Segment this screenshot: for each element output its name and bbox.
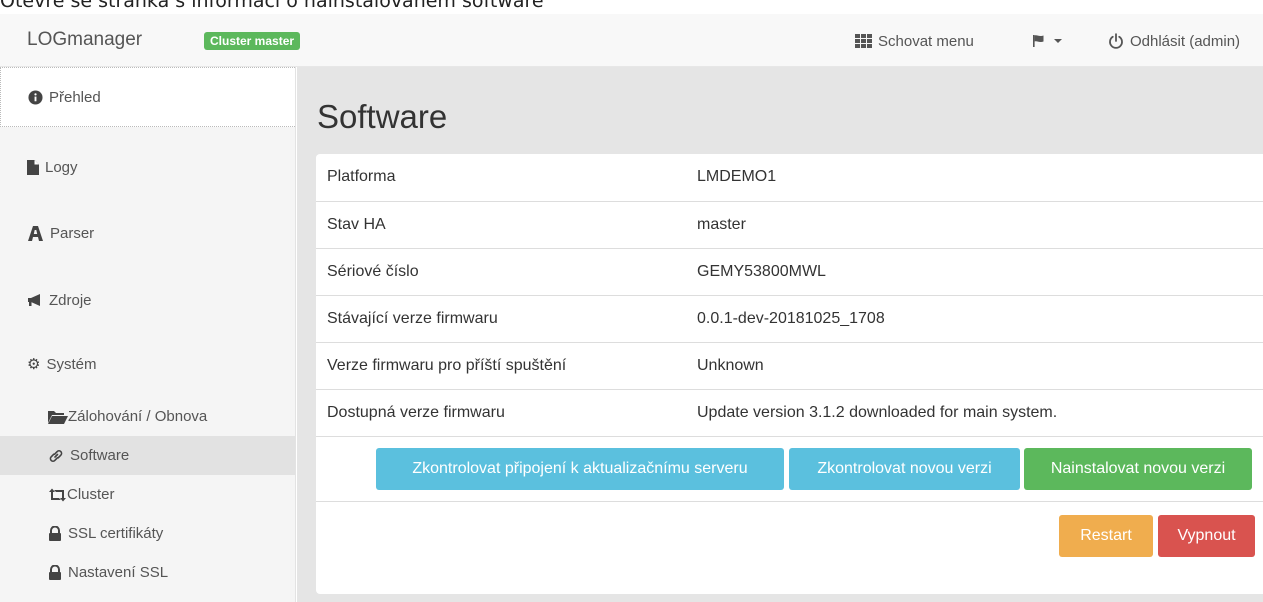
th-grid-icon	[855, 34, 872, 48]
folder-open-icon	[48, 411, 68, 424]
sidebar-item-system[interactable]: ⚙ Systém	[0, 334, 295, 394]
chevron-down-icon	[1054, 39, 1062, 43]
logout-button[interactable]: Odhlásit (admin)	[1108, 30, 1240, 52]
row-value: Unknown	[697, 342, 1263, 390]
row-key: Verze firmwaru pro příští spuštění	[316, 342, 697, 390]
sidebar-item-nastaveni-ssl[interactable]: Nastavení SSL	[0, 553, 295, 592]
sidebar-item-ssl-certifikaty[interactable]: SSL certifikáty	[0, 514, 295, 553]
sidebar-item-zdroje[interactable]: Zdroje	[0, 270, 295, 330]
cluster-status-badge: Cluster master	[204, 32, 301, 50]
cog-icon: ⚙	[27, 356, 41, 373]
check-connection-button[interactable]: Zkontrolovat připojení k aktualizačnímu …	[376, 448, 784, 490]
table-row: Stav HA master	[316, 201, 1263, 249]
sidebar-item-logy[interactable]: Logy	[0, 137, 295, 197]
table-row: Dostupná verze firmwaru Update version 3…	[316, 389, 1263, 437]
sidebar-item-prehled[interactable]: Přehled	[0, 67, 295, 127]
sidebar-item-label: Zdroje	[49, 291, 92, 309]
tower-icon	[28, 225, 43, 241]
link-icon	[49, 449, 63, 462]
software-info-table: Platforma LMDEMO1 Stav HA master Sériové…	[316, 154, 1263, 437]
row-key: Dostupná verze firmwaru	[316, 389, 697, 437]
sidebar-item-software[interactable]: Software	[0, 436, 295, 475]
sidebar-item-label: Nastavení SSL	[68, 564, 169, 581]
row-value: 0.0.1-dev-20181025_1708	[697, 295, 1263, 343]
info-circle-icon	[28, 89, 43, 105]
shutdown-button[interactable]: Vypnout	[1158, 515, 1255, 557]
brand-logo[interactable]: LOGmanager	[27, 29, 142, 51]
row-key: Platforma	[316, 154, 697, 202]
page-title: Software	[317, 98, 448, 135]
lock-icon	[49, 565, 61, 580]
install-version-button[interactable]: Nainstalovat novou verzi	[1024, 448, 1252, 490]
sidebar-item-label: Logy	[45, 158, 78, 176]
sidebar-item-zalohovani[interactable]: Zálohování / Obnova	[0, 397, 295, 436]
sidebar-item-label: Systém	[46, 355, 97, 373]
sidebar-item-cluster[interactable]: Cluster	[0, 475, 295, 514]
sidebar-item-label: Software	[70, 447, 130, 464]
row-value: GEMY53800MWL	[697, 248, 1263, 296]
restart-button[interactable]: Restart	[1059, 515, 1153, 557]
power-icon	[1109, 33, 1123, 49]
sidebar-item-label: Parser	[50, 224, 95, 242]
divider	[316, 501, 1263, 502]
table-row: Sériové číslo GEMY53800MWL	[316, 248, 1263, 296]
sidebar-item-label: Zálohování / Obnova	[68, 408, 208, 425]
language-dropdown[interactable]	[1032, 30, 1062, 52]
sidebar: Přehled Logy Parser Zdroje ⚙ Systém Zálo…	[0, 67, 296, 602]
top-navbar: LOGmanager Cluster master Schovat menu O…	[0, 14, 1263, 67]
lock-icon	[49, 526, 61, 541]
sidebar-item-parser[interactable]: Parser	[0, 203, 295, 263]
logout-label: Odhlásit (admin)	[1130, 32, 1241, 50]
row-value: Update version 3.1.2 downloaded for main…	[697, 389, 1263, 437]
table-row: Verze firmwaru pro příští spuštění Unkno…	[316, 342, 1263, 390]
hide-menu-label: Schovat menu	[878, 32, 974, 50]
sidebar-item-label: Cluster	[67, 486, 115, 503]
row-key: Stav HA	[316, 201, 697, 249]
row-value: LMDEMO1	[697, 154, 1263, 202]
file-icon	[27, 159, 39, 175]
row-value: master	[697, 201, 1263, 249]
software-panel: Platforma LMDEMO1 Stav HA master Sériové…	[316, 154, 1263, 594]
table-row: Platforma LMDEMO1	[316, 154, 1263, 202]
page-caption: Otevře se stránka s informací o nainstal…	[0, 0, 544, 12]
main-content: Software Platforma LMDEMO1 Stav HA maste…	[297, 67, 1263, 602]
check-version-button[interactable]: Zkontrolovat novou verzi	[789, 448, 1020, 490]
bullhorn-icon	[28, 294, 40, 306]
row-key: Sériové číslo	[316, 248, 697, 296]
retweet-icon	[49, 488, 66, 501]
hide-menu-button[interactable]: Schovat menu	[855, 30, 974, 52]
table-row: Stávající verze firmwaru 0.0.1-dev-20181…	[316, 295, 1263, 343]
sidebar-item-label: SSL certifikáty	[68, 525, 164, 542]
row-key: Stávající verze firmwaru	[316, 295, 697, 343]
flag-icon	[1033, 35, 1044, 47]
sidebar-item-label: Přehled	[49, 88, 101, 106]
